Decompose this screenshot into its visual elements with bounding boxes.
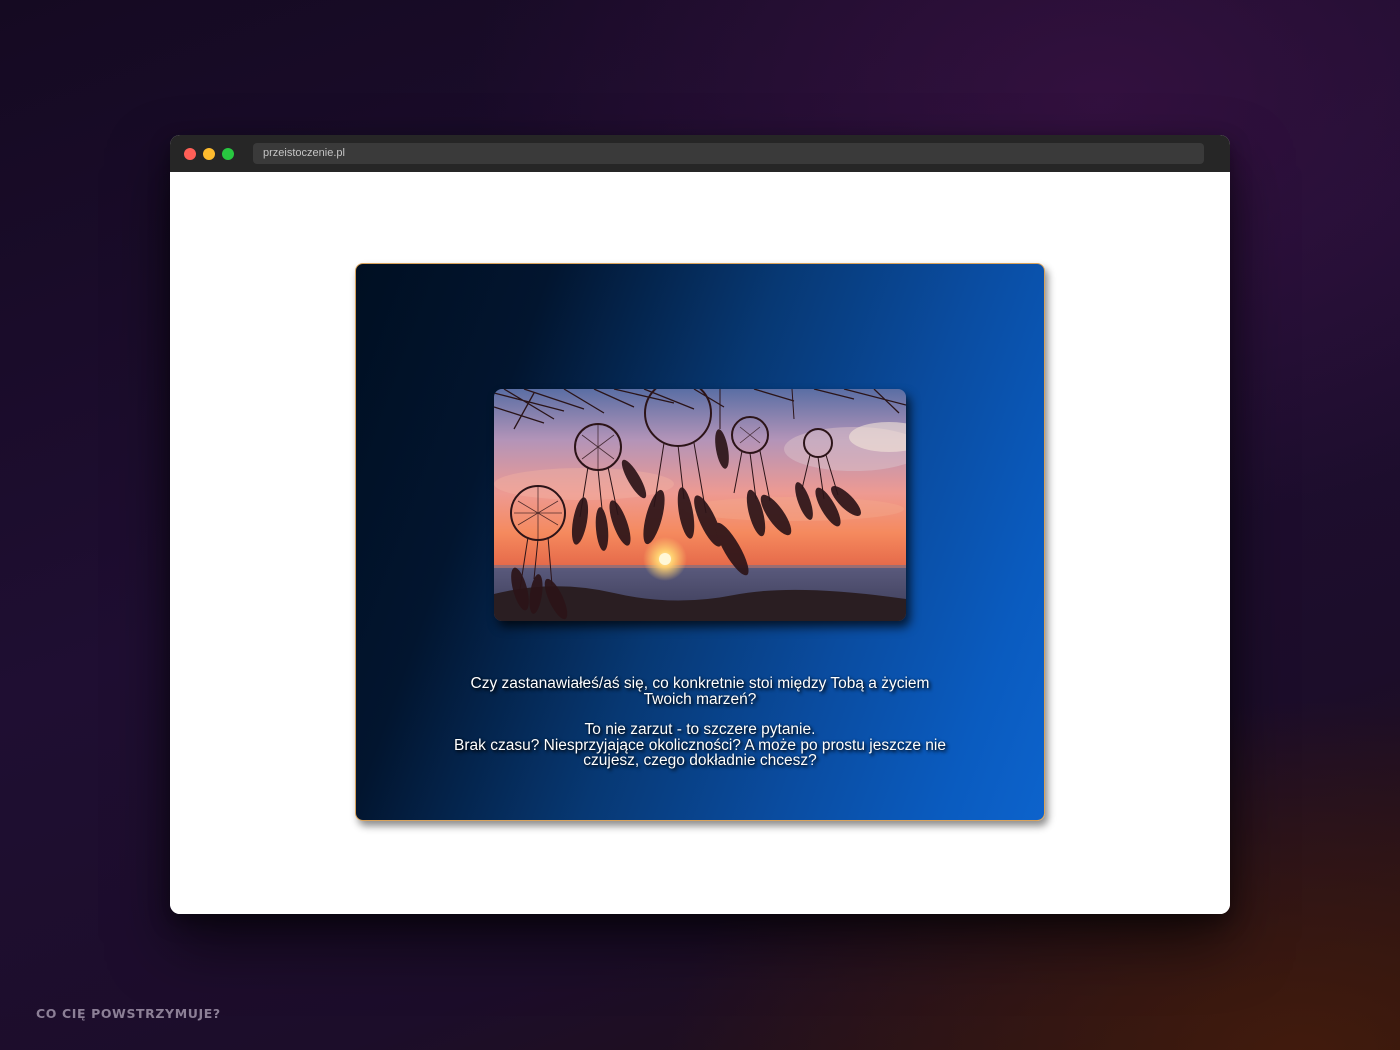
statement-paragraph: To nie zarzut - to szczere pytanie. (584, 721, 816, 738)
browser-titlebar: przeistoczenie.pl (170, 135, 1230, 172)
address-bar[interactable]: przeistoczenie.pl (253, 143, 1204, 164)
minimize-window-button[interactable] (203, 148, 215, 160)
page-viewport: Czy zastanawiałeś/aś się, co konkretnie … (170, 172, 1230, 914)
content-card: Czy zastanawiałeś/aś się, co konkretnie … (355, 263, 1045, 821)
question-paragraph: Czy zastanawiałeś/aś się, co konkretnie … (470, 675, 930, 708)
dreamcatcher-sunset-image (494, 389, 906, 621)
slide-caption: CO CIĘ POWSTRZYMUJE? (36, 1006, 221, 1021)
close-window-button[interactable] (184, 148, 196, 160)
follow-up-paragraph: Brak czasu? Niesprzyjające okoliczności?… (454, 736, 946, 769)
intro-text: Czy zastanawiałeś/aś się, co konkretnie … (446, 676, 954, 769)
browser-window: przeistoczenie.pl Czy zastanawiałeś/aś s… (170, 135, 1230, 914)
maximize-window-button[interactable] (222, 148, 234, 160)
